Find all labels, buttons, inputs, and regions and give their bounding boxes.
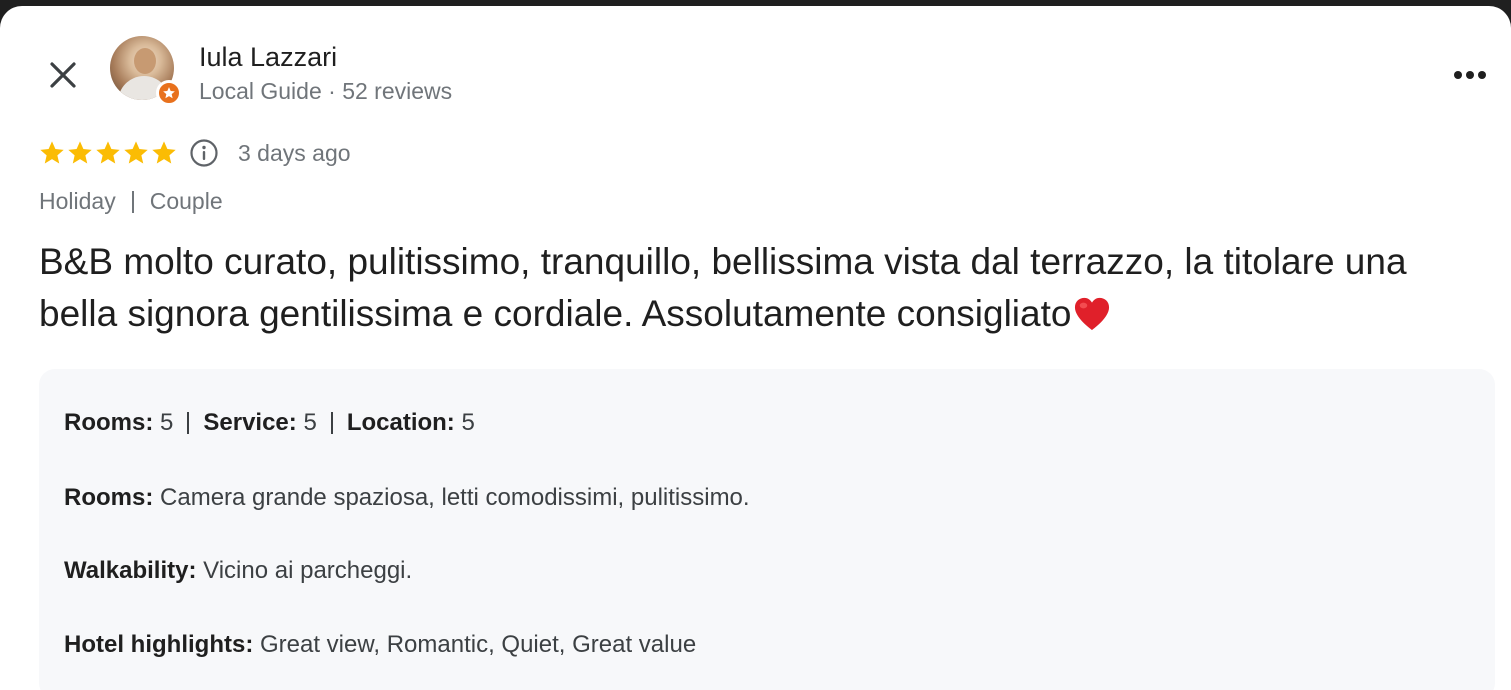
star-icon xyxy=(68,141,92,164)
detail-walkability: Walkability: Vicino ai parcheggi. xyxy=(64,557,413,584)
close-button[interactable] xyxy=(44,56,82,94)
review-text: B&B molto curato, pulitissimo, tranquill… xyxy=(39,241,1407,334)
detail-rooms: Rooms: Camera grande spaziosa, letti com… xyxy=(64,484,750,511)
trip-tags: Holiday Couple xyxy=(39,188,223,215)
avatar[interactable] xyxy=(110,36,182,106)
review-details-panel: Rooms: 5 Service: 5 Location: 5 Rooms: C… xyxy=(39,369,1495,690)
star-rating xyxy=(38,139,178,167)
review-card: Iula Lazzari Local Guide · 52 reviews 3 … xyxy=(0,6,1511,690)
tag-travel-group: Couple xyxy=(149,188,223,214)
review-time: 3 days ago xyxy=(238,139,351,166)
local-guide-badge-icon xyxy=(156,80,182,106)
rating-row: 3 days ago xyxy=(38,136,351,170)
heart-emoji-icon xyxy=(1075,297,1110,331)
tag-separator xyxy=(131,190,134,213)
review-body: B&B molto curato, pulitissimo, tranquill… xyxy=(39,236,1479,340)
star-icon xyxy=(40,141,64,164)
star-icon xyxy=(124,141,148,164)
reviewer-meta: Local Guide · 52 reviews xyxy=(199,78,453,104)
info-button[interactable] xyxy=(188,137,220,169)
score-separator xyxy=(187,412,190,434)
detail-hotel-highlights: Hotel highlights: Great view, Romantic, … xyxy=(64,631,697,658)
star-icon xyxy=(96,141,120,164)
score-location: Location: 5 xyxy=(346,409,475,436)
score-rooms: Rooms: 5 xyxy=(64,409,174,436)
info-icon xyxy=(190,139,218,167)
tag-trip-type: Holiday xyxy=(39,188,116,214)
reviewer-name[interactable]: Iula Lazzari xyxy=(199,42,337,73)
more-options-button[interactable] xyxy=(1450,60,1490,90)
more-horizontal-icon xyxy=(1454,71,1486,79)
score-service: Service: 5 xyxy=(203,409,317,436)
category-scores: Rooms: 5 Service: 5 Location: 5 xyxy=(64,409,475,437)
score-separator xyxy=(330,412,333,434)
close-icon xyxy=(50,62,76,88)
star-icon xyxy=(152,141,176,164)
